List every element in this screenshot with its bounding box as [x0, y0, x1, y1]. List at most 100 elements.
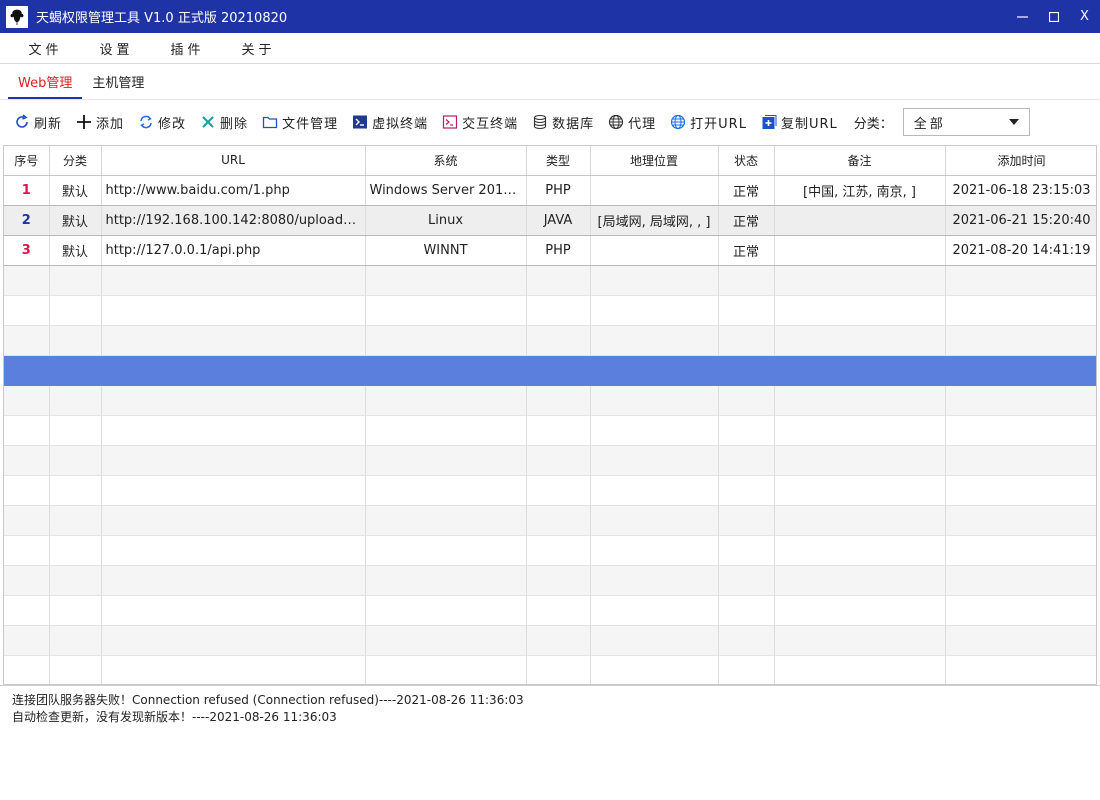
cell-col-6: 正常 — [718, 175, 775, 206]
empty-cell — [718, 565, 775, 596]
empty-cell — [718, 415, 775, 446]
empty-cell — [49, 445, 102, 476]
proxy-label: 代理 — [628, 116, 657, 132]
col-header-status[interactable]: 状态 — [718, 146, 775, 176]
copy-url-label: 复制URL — [780, 116, 838, 132]
folder-icon — [262, 114, 278, 130]
empty-cell — [590, 535, 719, 566]
cell-col-3: Linux — [365, 205, 527, 236]
scorpion-logo-icon — [6, 5, 28, 28]
empty-row[interactable] — [4, 475, 1096, 506]
empty-cell — [526, 415, 591, 446]
empty-cell — [774, 595, 946, 626]
refresh-button[interactable]: 刷新 — [14, 113, 62, 132]
empty-cell — [526, 325, 591, 356]
col-header-index[interactable]: 序号 — [4, 146, 50, 176]
tab-web-management[interactable]: Web管理 — [8, 64, 83, 99]
col-header-note[interactable]: 备注 — [774, 146, 946, 176]
col-header-url[interactable]: URL — [101, 146, 366, 176]
proxy-button[interactable]: 代理 — [608, 113, 656, 132]
empty-cell — [945, 415, 1096, 446]
empty-cell — [774, 535, 946, 566]
close-button[interactable]: X — [1069, 0, 1100, 33]
terminal-icon — [352, 114, 368, 130]
empty-cell — [718, 595, 775, 626]
cell-col-2: http://www.baidu.com/1.php — [101, 175, 366, 206]
add-label: 添加 — [96, 116, 125, 132]
maximize-button[interactable] — [1038, 0, 1069, 33]
empty-cell — [365, 565, 527, 596]
empty-cell — [590, 445, 719, 476]
empty-row[interactable] — [4, 505, 1096, 536]
empty-cell — [945, 325, 1096, 356]
tab-host-management[interactable]: 主机管理 — [82, 64, 154, 99]
web-shell-table: 序号 分类 URL 系统 类型 地理位置 状态 备注 添加时间 1 默认 http:… — [3, 145, 1097, 685]
open-url-label: 打开URL — [690, 116, 747, 132]
col-header-category[interactable]: 分类 — [49, 146, 102, 176]
empty-cell — [526, 655, 591, 684]
empty-cell — [774, 655, 946, 684]
open-url-button[interactable]: 打开URL — [670, 113, 747, 132]
empty-row[interactable] — [4, 325, 1096, 356]
empty-row[interactable] — [4, 265, 1096, 296]
console-icon — [442, 114, 458, 130]
empty-cell — [945, 655, 1096, 684]
maximize-icon — [1048, 11, 1059, 22]
virtual-terminal-button[interactable]: 虚拟终端 — [352, 113, 428, 132]
menu-bar: 文件 设置 插件 关于 — [0, 33, 1100, 64]
copy-url-button[interactable]: 复制URL — [761, 113, 838, 132]
empty-cell — [101, 445, 366, 476]
empty-cell — [49, 355, 102, 386]
cell-col-7 — [774, 205, 946, 236]
edit-button[interactable]: 修改 — [138, 113, 186, 132]
empty-row[interactable] — [4, 535, 1096, 566]
database-button[interactable]: 数据库 — [532, 113, 594, 132]
cell-col-3: Windows Server 2019 Dat... — [365, 175, 527, 206]
empty-row[interactable] — [4, 385, 1096, 416]
menu-file[interactable]: 文件 — [8, 39, 79, 58]
empty-row[interactable] — [4, 415, 1096, 446]
col-header-system[interactable]: 系统 — [365, 146, 527, 176]
empty-row[interactable] — [4, 565, 1096, 596]
toolbar: 刷新 添加 修改 删除 文件管理 虚拟终端 交互终端 数据库 代理 打开URL … — [0, 102, 1100, 142]
empty-cell — [4, 295, 50, 326]
menu-plugins[interactable]: 插件 — [150, 39, 221, 58]
file-manager-button[interactable]: 文件管理 — [262, 113, 338, 132]
empty-row[interactable] — [4, 295, 1096, 326]
category-select[interactable]: 全部 — [902, 108, 1030, 136]
empty-cell — [945, 625, 1096, 656]
menu-settings[interactable]: 设置 — [79, 39, 150, 58]
title-bar: 天蝎权限管理工具 V1.0 正式版 20210820 X — [0, 0, 1100, 33]
empty-cell — [774, 265, 946, 296]
empty-cell — [101, 385, 366, 416]
empty-cell — [526, 355, 591, 386]
minimize-button[interactable] — [1007, 0, 1038, 33]
empty-cell — [718, 385, 775, 416]
delete-button[interactable]: 删除 — [200, 113, 248, 132]
empty-cell — [774, 355, 946, 386]
interactive-terminal-button[interactable]: 交互终端 — [442, 113, 518, 132]
empty-cell — [101, 565, 366, 596]
empty-cell — [718, 445, 775, 476]
empty-row[interactable] — [4, 655, 1096, 684]
file-manager-label: 文件管理 — [282, 116, 339, 132]
menu-about[interactable]: 关于 — [221, 39, 292, 58]
add-button[interactable]: 添加 — [76, 113, 124, 132]
empty-row[interactable] — [4, 625, 1096, 656]
empty-cell — [774, 625, 946, 656]
empty-cell — [590, 625, 719, 656]
col-header-location[interactable]: 地理位置 — [590, 146, 719, 176]
empty-cell — [774, 385, 946, 416]
col-header-added-time[interactable]: 添加时间 — [945, 146, 1096, 176]
empty-row[interactable] — [4, 355, 1096, 386]
table-row[interactable]: 2 默认 http://192.168.100.142:8080/uploadFil… — [4, 205, 1096, 236]
col-header-type[interactable]: 类型 — [526, 146, 591, 176]
table-row[interactable]: 3 默认 http://127.0.0.1/api.php WINNT PHP 正常 202… — [4, 235, 1096, 266]
empty-row[interactable] — [4, 445, 1096, 476]
empty-cell — [49, 415, 102, 446]
empty-row[interactable] — [4, 595, 1096, 626]
globe-icon — [608, 114, 624, 130]
table-row[interactable]: 1 默认 http://www.baidu.com/1.php Windows Ser… — [4, 175, 1096, 206]
empty-cell — [526, 445, 591, 476]
empty-cell — [590, 385, 719, 416]
